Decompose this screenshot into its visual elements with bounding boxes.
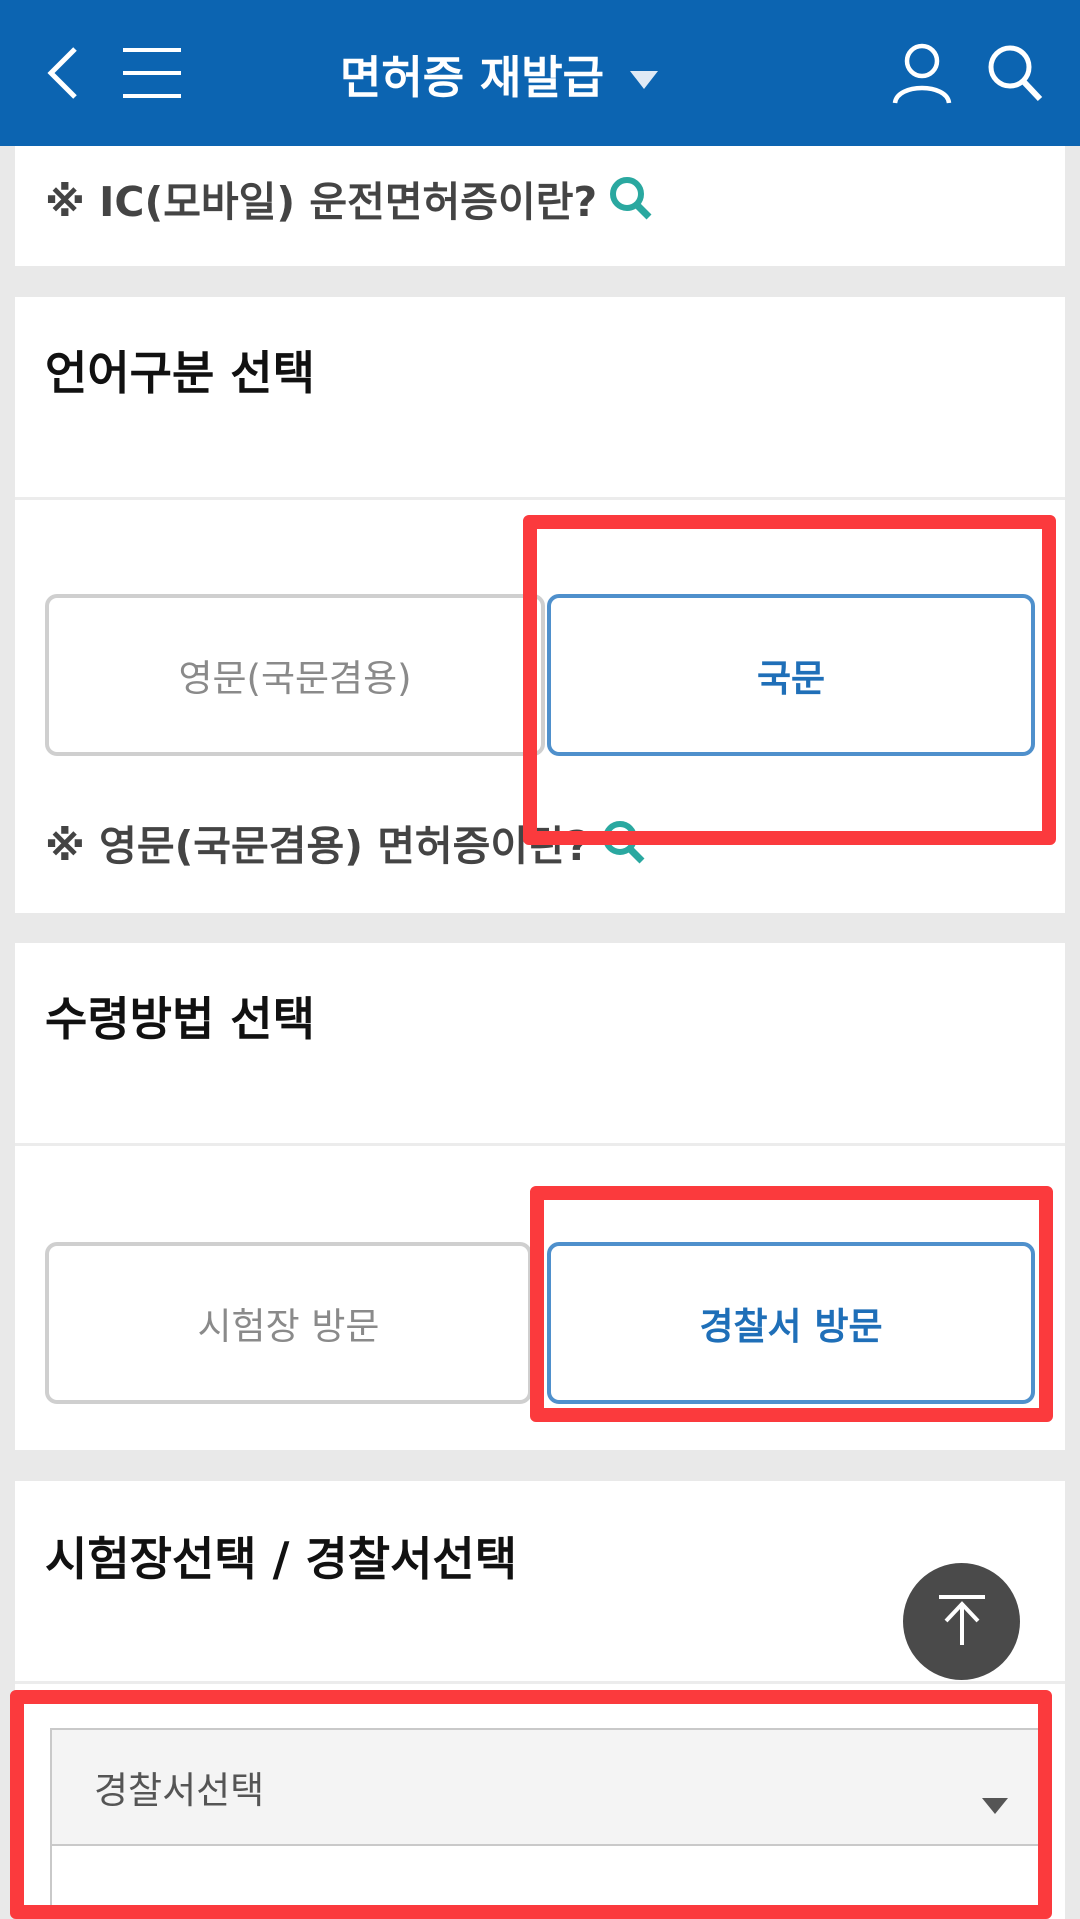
receive-option-test-site[interactable]: 시험장 방문	[45, 1242, 532, 1404]
magnifier-icon[interactable]	[600, 818, 648, 866]
dropdown-arrow-icon	[982, 1780, 1008, 1823]
select-value: 경찰서선택	[94, 1769, 265, 1812]
option-label: 경찰서 방문	[699, 1305, 883, 1348]
place-section-title: 시험장선택 / 경찰서선택	[45, 1532, 518, 1586]
divider	[15, 1143, 1065, 1146]
back-arrow-icon[interactable]	[28, 0, 98, 146]
top-app-bar: 면허증 재발급	[0, 0, 1080, 146]
ic-license-info-link[interactable]: ※ IC(모바일) 운전면허증이란?	[45, 168, 655, 228]
receive-method-section: 수령방법 선택 시험장 방문 경찰서 방문	[15, 943, 1065, 1450]
english-license-info-link[interactable]: ※ 영문(국문겸용) 면허증이란?	[45, 812, 648, 872]
police-station-select[interactable]: 경찰서선택	[50, 1728, 1040, 1846]
page-title-dropdown[interactable]: 면허증 재발급	[340, 0, 760, 146]
menu-icon[interactable]	[112, 0, 192, 146]
language-section: 언어구분 선택 영문(국문겸용) 국문 ※ 영문(국문겸용) 면허증이란?	[15, 297, 1065, 913]
option-label: 시험장 방문	[197, 1305, 380, 1348]
divider	[15, 497, 1065, 500]
language-option-korean[interactable]: 국문	[547, 594, 1035, 756]
magnifier-icon[interactable]	[607, 174, 655, 222]
page-title: 면허증 재발급	[340, 50, 605, 104]
english-license-note: ※ 영문(국문겸용) 면허증이란?	[45, 822, 590, 870]
option-label: 국문	[756, 657, 826, 700]
ic-license-note: ※ IC(모바일) 운전면허증이란?	[45, 178, 598, 226]
language-option-english[interactable]: 영문(국문겸용)	[45, 594, 545, 756]
search-icon[interactable]	[975, 0, 1055, 146]
divider	[15, 1681, 1065, 1684]
secondary-select-box[interactable]	[50, 1846, 1040, 1919]
receive-section-title: 수령방법 선택	[45, 992, 315, 1046]
place-select-section: 시험장선택 / 경찰서선택 경찰서선택	[15, 1481, 1065, 1919]
ic-license-card: ※ IC(모바일) 운전면허증이란?	[15, 146, 1065, 266]
user-icon[interactable]	[880, 0, 964, 146]
caret-down-icon	[630, 47, 659, 100]
option-label: 영문(국문겸용)	[178, 657, 412, 700]
language-section-title: 언어구분 선택	[45, 346, 315, 400]
arrow-up-icon	[935, 1593, 989, 1651]
scroll-to-top-button[interactable]	[903, 1563, 1020, 1680]
receive-option-police-station[interactable]: 경찰서 방문	[547, 1242, 1035, 1404]
